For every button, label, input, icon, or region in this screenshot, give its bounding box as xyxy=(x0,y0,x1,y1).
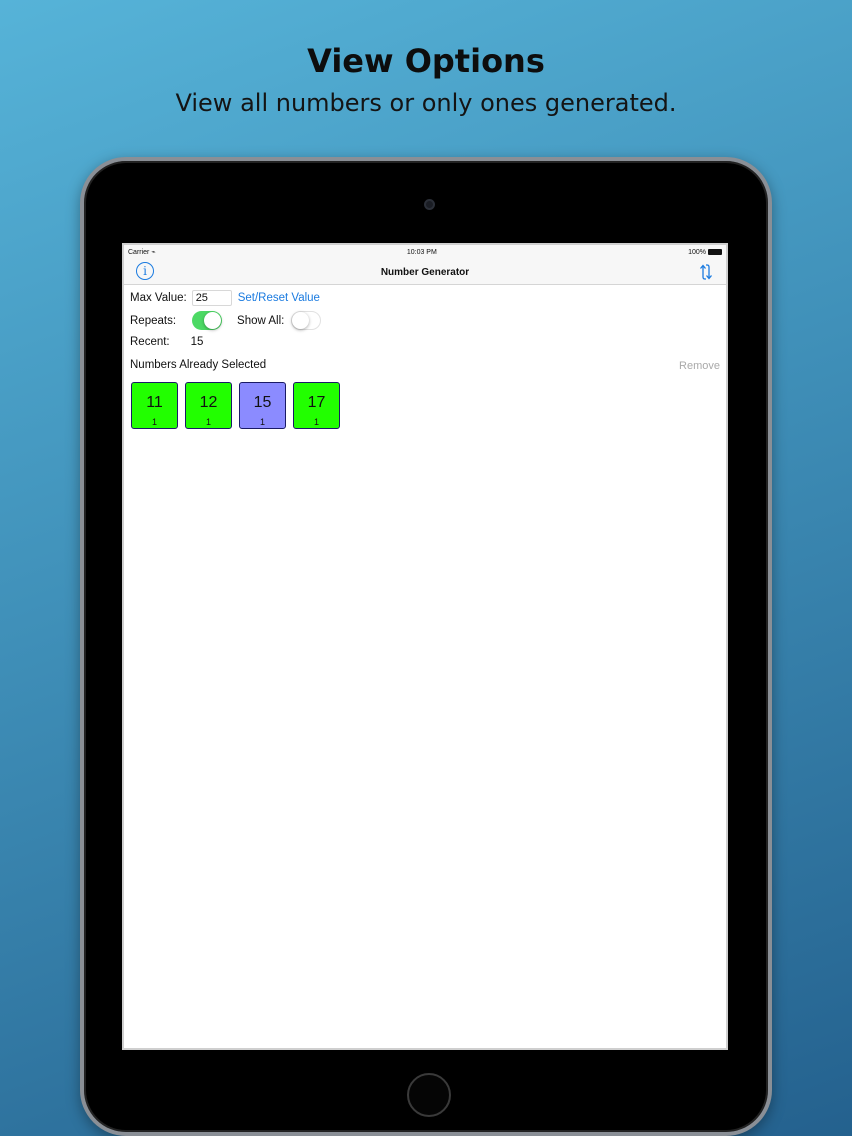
number-tile[interactable]: 11 1 xyxy=(131,382,178,429)
app-screen: Carrier ⌁ 10:03 PM 100% i Number Generat… xyxy=(122,243,728,1050)
show-all-toggle-knob xyxy=(292,312,310,329)
max-value-label: Max Value: xyxy=(130,292,187,304)
tile-count: 1 xyxy=(259,417,265,427)
recent-row: Recent: 15 xyxy=(130,336,203,348)
carrier-label: Carrier ⌁ xyxy=(128,249,156,256)
selected-heading: Numbers Already Selected xyxy=(130,359,267,371)
max-value-input[interactable] xyxy=(191,290,232,306)
promo-subtitle: View all numbers or only ones generated. xyxy=(175,89,677,117)
number-tile[interactable]: 15 1 xyxy=(239,382,286,429)
recent-label: Recent: xyxy=(130,336,170,348)
selected-numbers-grid: 11 1 12 1 15 1 17 1 xyxy=(131,382,340,429)
recent-value: 15 xyxy=(190,336,204,348)
promo-title: View Options xyxy=(307,42,545,80)
home-button[interactable] xyxy=(407,1073,451,1117)
tile-number: 17 xyxy=(307,394,326,411)
show-all-label: Show All: xyxy=(237,314,285,327)
show-all-toggle[interactable] xyxy=(291,311,322,330)
repeats-toggle-knob xyxy=(204,312,222,329)
max-value-row: Max Value: Set/Reset Value xyxy=(130,290,320,306)
remove-button[interactable]: Remove xyxy=(679,360,720,372)
status-bar: Carrier ⌁ 10:03 PM 100% xyxy=(124,245,726,259)
repeats-toggle[interactable] xyxy=(192,311,223,330)
reset-arrows-icon[interactable] xyxy=(696,262,716,282)
battery-indicator: 100% xyxy=(688,249,722,256)
repeats-label: Repeats: xyxy=(130,314,177,327)
tile-count: 1 xyxy=(151,417,157,427)
number-tile[interactable]: 12 1 xyxy=(185,382,232,429)
number-tile[interactable]: 17 1 xyxy=(293,382,340,429)
tile-number: 15 xyxy=(253,394,272,411)
tile-number: 11 xyxy=(146,394,163,411)
tile-count: 1 xyxy=(205,417,211,427)
status-time: 10:03 PM xyxy=(406,248,437,256)
nav-bar: i Number Generator xyxy=(124,259,726,285)
tile-number: 12 xyxy=(199,394,218,411)
battery-label: 100% xyxy=(688,248,706,256)
camera-icon xyxy=(424,199,435,210)
battery-icon xyxy=(708,248,722,255)
tile-count: 1 xyxy=(313,417,319,427)
options-row: Repeats: Show All: xyxy=(130,311,322,330)
set-reset-button[interactable]: Set/Reset Value xyxy=(238,292,320,304)
nav-title: Number Generator xyxy=(380,267,470,278)
wifi-icon: ⌁ xyxy=(151,249,156,256)
